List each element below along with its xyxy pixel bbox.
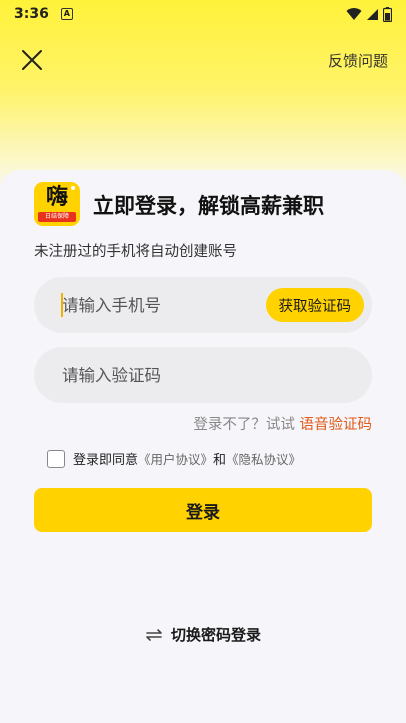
close-icon xyxy=(22,50,42,70)
code-input[interactable] xyxy=(62,365,252,385)
user-agreement-link[interactable]: 《用户协议》 xyxy=(138,449,213,468)
voice-prefix-text: 登录不了？试试 xyxy=(193,417,300,433)
battery-icon xyxy=(383,6,392,22)
agreement-row: 登录即同意 《用户协议》 和 《隐私协议》 xyxy=(47,449,301,468)
app-logo: 嗨 日结保障 xyxy=(34,182,80,226)
phone-input-container: 获取验证码 xyxy=(34,277,372,333)
notification-icon: A xyxy=(60,8,73,20)
feedback-link[interactable]: 反馈问题 xyxy=(328,50,388,71)
close-button[interactable] xyxy=(16,44,48,76)
code-input-container xyxy=(34,347,372,403)
switch-icon xyxy=(146,628,162,641)
text-cursor xyxy=(61,293,63,317)
switch-login-label: 切换密码登录 xyxy=(170,626,261,644)
page-title: 立即登录，解锁高薪兼职 xyxy=(93,194,324,218)
voice-code-link[interactable]: 语音验证码 xyxy=(300,417,373,433)
logo-char: 嗨 xyxy=(45,185,68,210)
status-bar: 3:36 A xyxy=(0,0,406,28)
agreement-text: 登录即同意 xyxy=(73,453,139,468)
voice-code-row: 登录不了？试试 语音验证码 xyxy=(193,413,372,434)
logo-dot xyxy=(71,186,75,190)
login-button[interactable]: 登录 xyxy=(34,488,372,532)
privacy-agreement-link[interactable]: 《隐私协议》 xyxy=(226,449,301,468)
page-subtitle: 未注册过的手机将自动创建账号 xyxy=(34,244,237,260)
status-icons xyxy=(346,6,392,22)
agreement-and-text: 和 xyxy=(213,453,227,468)
wifi-icon xyxy=(346,7,362,20)
signal-icon xyxy=(367,8,378,20)
get-code-button[interactable]: 获取验证码 xyxy=(265,288,364,322)
status-time: 3:36 xyxy=(14,6,49,22)
agreement-checkbox[interactable] xyxy=(47,449,65,468)
logo-sub: 日结保障 xyxy=(38,212,76,222)
switch-password-login-button[interactable]: 切换密码登录 xyxy=(0,624,406,645)
phone-input[interactable] xyxy=(62,295,252,315)
